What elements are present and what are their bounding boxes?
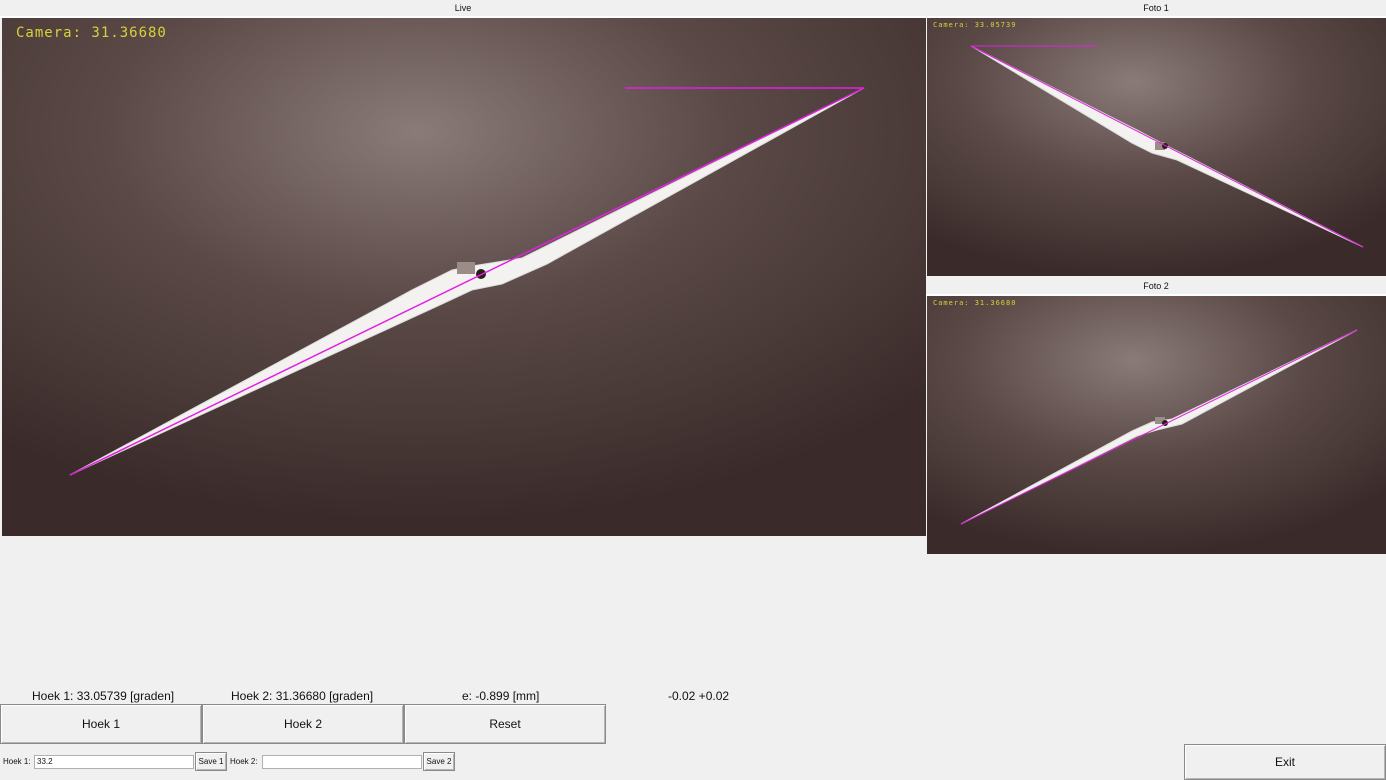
foto1-camera-view: Camera: 33.05739 — [927, 18, 1386, 276]
tolerance-readout: -0.02 +0.02 — [668, 689, 730, 703]
exit-button[interactable]: Exit — [1184, 744, 1386, 780]
foto2-camera-image: Camera: 31.36680 — [927, 296, 1386, 554]
live-camera-image: Camera: 31.36680 — [2, 18, 926, 536]
hoek1-field-label: Hoek 1: — [3, 757, 31, 766]
hoek1-button[interactable]: Hoek 1 — [0, 704, 202, 744]
foto2-camera-label: Camera: 31.36680 — [933, 299, 1016, 307]
reset-button[interactable]: Reset — [404, 704, 606, 744]
live-title: Live — [454, 3, 472, 13]
e-readout: e: -0.899 [mm] — [462, 689, 540, 703]
hoek2-input[interactable] — [262, 755, 422, 769]
foto1-title: Foto 1 — [1143, 3, 1169, 13]
hoek2-button[interactable]: Hoek 2 — [202, 704, 404, 744]
live-camera-label: Camera: 31.36680 — [16, 25, 167, 41]
hoek2-field-label: Hoek 2: — [230, 757, 258, 766]
live-camera-view: Camera: 31.36680 — [2, 18, 926, 536]
save2-button[interactable]: Save 2 — [423, 752, 455, 771]
foto1-camera-label: Camera: 33.05739 — [933, 21, 1016, 29]
hoek1-readout: Hoek 1: 33.05739 [graden] — [32, 689, 175, 703]
hoek2-readout: Hoek 2: 31.36680 [graden] — [231, 689, 374, 703]
save1-button[interactable]: Save 1 — [195, 752, 227, 771]
hoek1-input[interactable]: 33.2 — [34, 755, 194, 769]
foto2-title: Foto 2 — [1143, 281, 1169, 291]
foto2-camera-view: Camera: 31.36680 — [927, 296, 1386, 554]
foto1-camera-image: Camera: 33.05739 — [927, 18, 1386, 276]
